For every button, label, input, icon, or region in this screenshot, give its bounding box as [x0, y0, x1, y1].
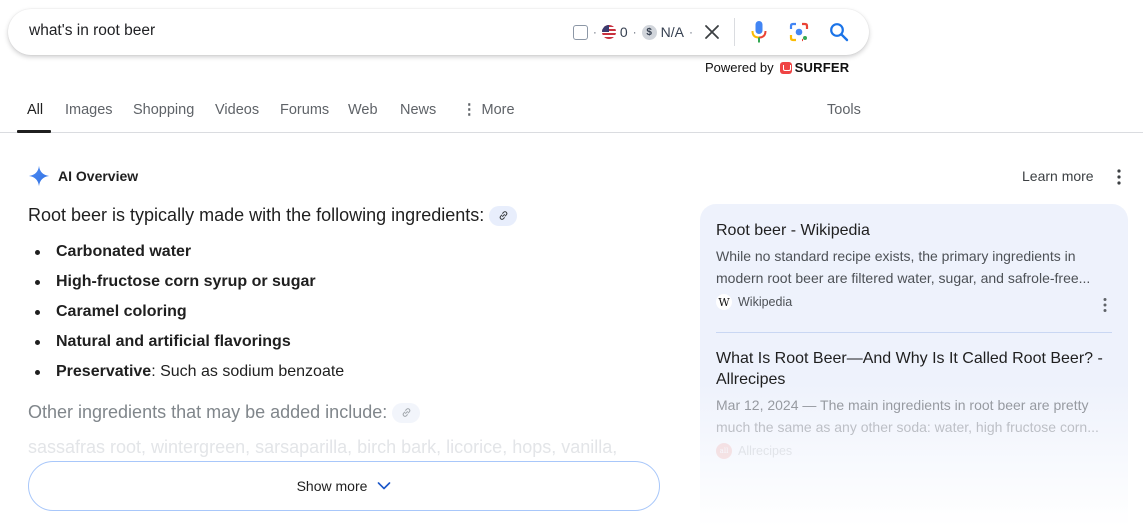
list-item: Carbonated water: [28, 237, 344, 267]
title-line: What Is Root Beer—And Why Is It Called R…: [716, 350, 1103, 367]
snippet-line: much the same as any other soda: water, …: [716, 419, 1099, 435]
title-line: Allrecipes: [716, 371, 786, 388]
link-icon: [499, 211, 508, 220]
list-item: High-fructose corn syrup or sugar: [28, 267, 344, 297]
search-bar: what's in root beer · 0 · $ N/A ·: [8, 9, 869, 55]
learn-more-link[interactable]: Learn more: [1022, 168, 1094, 184]
sources-panel: Root beer - Wikipedia While no standard …: [700, 204, 1128, 527]
other-intro-text: Other ingredients that may be added incl…: [28, 402, 388, 422]
ai-overview-header: AI Overview: [28, 165, 138, 187]
show-more-button[interactable]: Show more: [28, 461, 660, 511]
link-icon: [402, 408, 411, 417]
source-meta: all Allrecipes: [716, 443, 1112, 459]
other-ingredients-intro: Other ingredients that may be added incl…: [28, 402, 421, 423]
ingredients-list: Carbonated water High-fructose corn syru…: [28, 237, 344, 387]
us-flag-icon: [601, 25, 616, 39]
dollar-value: N/A: [660, 24, 684, 40]
ingredient-name: Caramel coloring: [56, 303, 187, 320]
source-meta: W Wikipedia: [716, 294, 1112, 310]
search-icon: [830, 23, 849, 42]
search-input[interactable]: what's in root beer: [29, 22, 155, 40]
search-button[interactable]: [827, 20, 851, 44]
tab-images[interactable]: Images: [65, 102, 113, 118]
voice-search-button[interactable]: [747, 20, 771, 44]
allrecipes-favicon-icon: all: [716, 443, 732, 459]
dollar-icon: $: [641, 24, 657, 40]
show-more-label: Show more: [296, 478, 368, 494]
search-tabs: All Images Shopping Videos Forums Web Ne…: [0, 92, 1143, 133]
active-tab-indicator: [17, 130, 51, 133]
separator-dot: ·: [689, 25, 693, 39]
other-ingredients-list: sassafras root, wintergreen, sarsaparill…: [28, 437, 618, 457]
tab-web[interactable]: Web: [348, 102, 378, 118]
ai-overview-intro: Root beer is typically made with the fol…: [28, 205, 518, 226]
intro-text: Root beer is typically made with the fol…: [28, 205, 485, 225]
wikipedia-favicon-icon: W: [716, 294, 732, 310]
tab-videos[interactable]: Videos: [215, 102, 259, 118]
powered-by: Powered by SURFER: [705, 60, 849, 75]
ai-overview-title: AI Overview: [58, 168, 139, 184]
citation-link-chip[interactable]: [489, 205, 518, 226]
source-title[interactable]: What Is Root Beer—And Why Is It Called R…: [716, 348, 1112, 390]
close-icon: [705, 25, 719, 39]
divider: [716, 332, 1112, 333]
snippet-line: Mar 12, 2024 — The main ingredients in r…: [716, 397, 1089, 413]
divider: [734, 18, 735, 46]
list-item: Caramel coloring: [28, 297, 344, 327]
search-bar-actions: · 0 · $ N/A ·: [572, 9, 851, 55]
powered-by-label: Powered by: [705, 60, 774, 75]
list-item: Preservative: Such as sodium benzoate: [28, 357, 344, 387]
extension-checkbox[interactable]: [572, 24, 588, 40]
separator-dot: ·: [592, 25, 597, 39]
gemini-sparkle-icon: [28, 165, 50, 187]
source-card-wikipedia[interactable]: Root beer - Wikipedia While no standard …: [716, 220, 1112, 312]
snippet-line: While no standard recipe exists, the pri…: [716, 248, 1076, 264]
more-options-icon[interactable]: [1111, 167, 1127, 187]
tab-more[interactable]: ⋮ More: [462, 102, 515, 118]
tools-button[interactable]: Tools: [827, 102, 861, 118]
source-card-allrecipes[interactable]: What Is Root Beer—And Why Is It Called R…: [716, 348, 1112, 459]
source-site: Wikipedia: [738, 295, 793, 309]
image-search-button[interactable]: [787, 20, 811, 44]
surfer-logo-icon: [779, 61, 792, 74]
separator-dot: ·: [632, 25, 637, 39]
source-site: Allrecipes: [738, 444, 793, 458]
source-title[interactable]: Root beer - Wikipedia: [716, 220, 1112, 241]
surfer-brand[interactable]: SURFER: [795, 60, 850, 75]
snippet-line: modern root beer are filtered water, sug…: [716, 270, 1091, 286]
tab-all[interactable]: All: [27, 102, 43, 118]
more-vert-icon: ⋮: [462, 102, 477, 118]
ingredient-name: Natural and artificial flavorings: [56, 333, 291, 350]
tab-forums[interactable]: Forums: [280, 102, 329, 118]
tab-shopping[interactable]: Shopping: [133, 102, 194, 118]
tab-more-label: More: [481, 102, 515, 118]
source-snippet: While no standard recipe exists, the pri…: [716, 245, 1112, 289]
flag-count: 0: [619, 24, 628, 40]
clear-search-button[interactable]: [702, 22, 722, 42]
list-item: Natural and artificial flavorings: [28, 327, 344, 357]
citation-link-chip[interactable]: [392, 402, 421, 423]
microphone-icon: [751, 21, 767, 43]
lens-icon: [789, 22, 809, 42]
ingredient-detail: : Such as sodium benzoate: [151, 363, 345, 380]
ingredient-name: Carbonated water: [56, 243, 192, 260]
ingredient-name: Preservative: [56, 363, 152, 380]
ingredient-name: High-fructose corn syrup or sugar: [56, 273, 316, 290]
chevron-down-icon: [378, 482, 391, 490]
more-options-icon[interactable]: [1098, 296, 1112, 314]
source-snippet: Mar 12, 2024 — The main ingredients in r…: [716, 394, 1112, 438]
tab-news[interactable]: News: [400, 102, 436, 118]
